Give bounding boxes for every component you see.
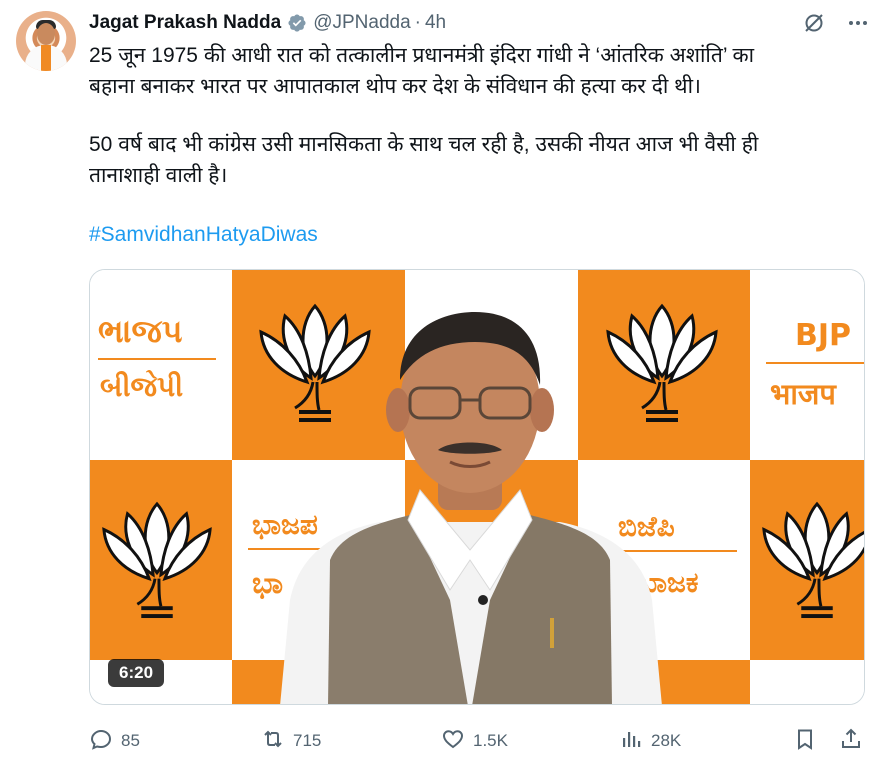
hashtag-link[interactable]: #SamvidhanHatyaDiwas [89,223,318,247]
like-icon [441,727,465,756]
repost-icon [261,727,285,756]
video-player[interactable]: ભાજપ બીજેપી BJP भाजप ಭಾಜಪ ಭಾ ಬಿಜೆಪಿ ಭಾಜಕ [89,269,865,705]
backdrop-panel [750,660,864,704]
video-duration-badge: 6:20 [108,659,165,687]
author-handle[interactable]: @JPNadda [313,12,410,34]
backdrop-panel [90,270,232,460]
tweet-top-actions [802,11,870,35]
share-icon [839,727,863,756]
tweet-header: Jagat Prakash Nadda @JPNadda · 4h [89,10,446,36]
grok-icon[interactable] [802,11,826,35]
reply-icon [89,727,113,756]
views-button[interactable]: 28K [619,726,681,756]
backdrop-sign: ભાજપ [98,312,183,350]
reply-button[interactable]: 85 [89,726,140,756]
backdrop-sign: BJP [795,318,852,353]
avatar-face [37,23,55,45]
separator-dot: · [414,12,421,33]
repost-button[interactable]: 715 [261,726,321,756]
author-avatar[interactable] [16,11,76,71]
bookmark-icon [793,727,817,756]
avatar-scarf [41,45,51,71]
verified-badge-icon[interactable] [287,13,307,33]
backdrop-sign-rule [766,362,864,364]
reply-count: 85 [121,731,140,750]
backdrop-sign: भाजप [770,377,836,411]
views-count: 28K [651,731,682,750]
tweet-text-paragraph-1: 25 जून 1975 की आधी रात को तत्कालीन प्रधा… [89,44,755,98]
views-icon [619,727,643,756]
backdrop-panel [750,270,864,460]
backdrop-sign-rule [98,358,216,360]
tweet-text-paragraph-2: 50 वर्ष बाद भी कांग्रेस उसी मानसिकता के … [89,133,759,187]
like-count: 1.5K [473,731,508,750]
tweet-action-bar: 85 715 1.5K 28K [89,726,869,756]
like-button[interactable]: 1.5K [441,726,508,756]
tweet-timestamp[interactable]: 4h [425,12,446,34]
author-name[interactable]: Jagat Prakash Nadda [89,12,281,34]
speaker-figure [280,312,662,704]
backdrop-sign: બીજેપી [100,370,184,403]
bookmark-button[interactable] [793,726,817,756]
share-button[interactable] [839,726,863,756]
lotus-logo [762,501,864,619]
more-icon[interactable] [846,11,870,35]
lotus-logo [102,501,212,619]
repost-count: 715 [293,731,322,750]
